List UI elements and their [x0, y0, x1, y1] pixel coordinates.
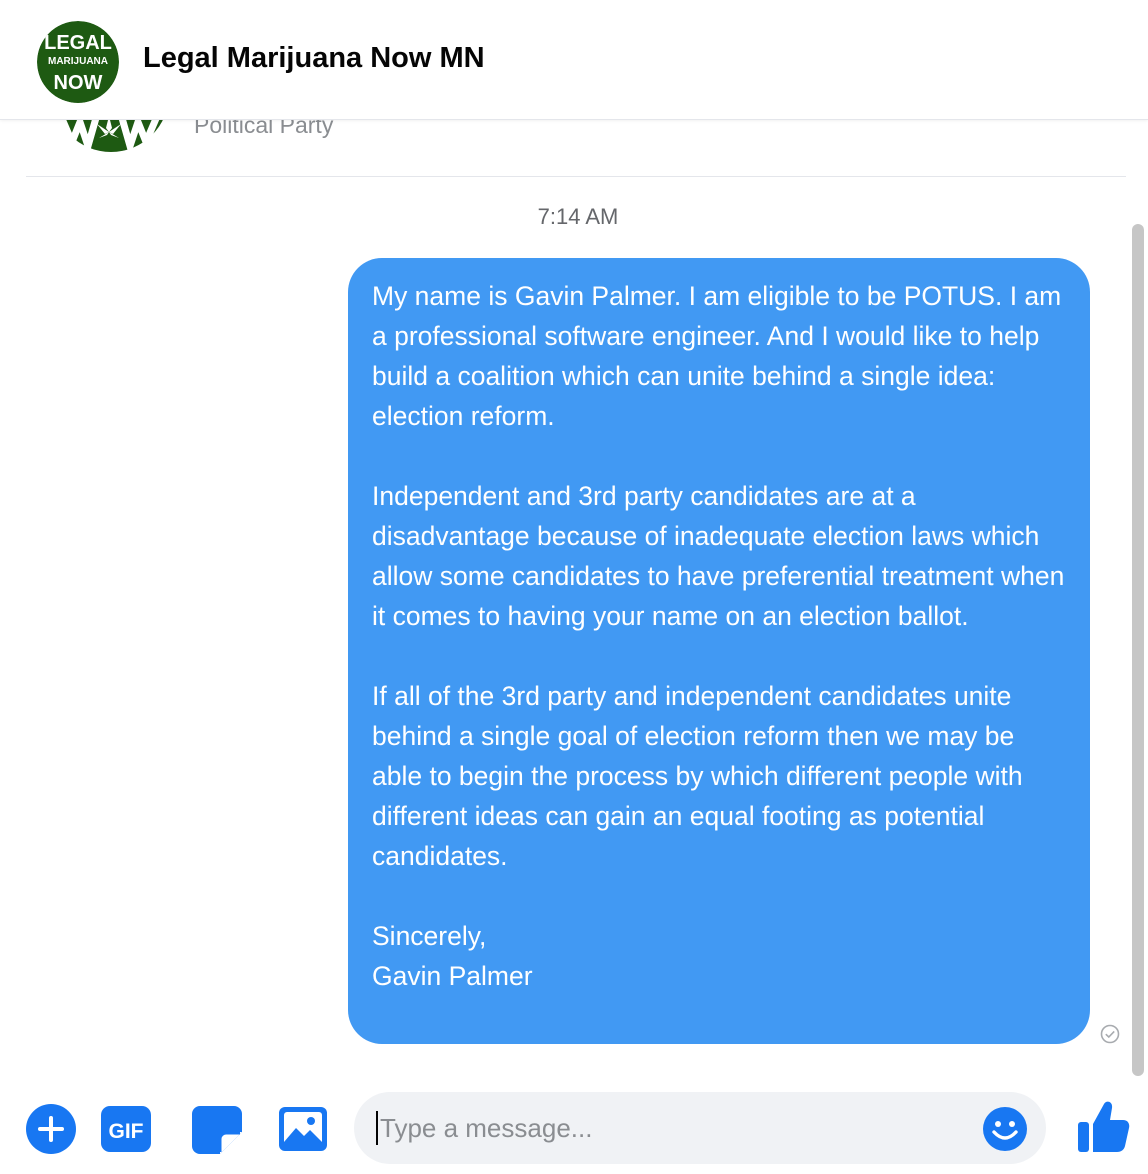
- message-paragraph: My name is Gavin Palmer. I am eligible t…: [372, 281, 1062, 431]
- gif-label: GIF: [109, 1120, 144, 1143]
- divider: [26, 176, 1126, 177]
- plus-circle-icon[interactable]: [24, 1102, 78, 1156]
- message-paragraph: Independent and 3rd party candidates are…: [372, 481, 1065, 631]
- logo-text-middle: MARIJUANA: [48, 56, 108, 67]
- scrollbar-thumb[interactable]: [1132, 224, 1144, 1076]
- message-signature: Sincerely, Gavin Palmer: [372, 921, 533, 991]
- sent-message-bubble[interactable]: My name is Gavin Palmer. I am eligible t…: [348, 258, 1090, 1044]
- avatar[interactable]: LEGAL MARIJUANA NOW: [37, 21, 119, 103]
- gif-icon: GIF: [101, 1106, 151, 1152]
- emoji-icon[interactable]: [982, 1106, 1028, 1152]
- thumbs-up-icon[interactable]: [1076, 1098, 1130, 1154]
- logo-text-top: LEGAL: [44, 32, 112, 54]
- seen-check-icon: [1100, 1024, 1120, 1044]
- message-input[interactable]: [376, 1111, 966, 1145]
- sticker-icon[interactable]: [190, 1102, 244, 1156]
- conversation-header: LEGAL MARIJUANA NOW Legal Marijuana Now …: [0, 0, 1148, 120]
- message-timestamp: 7:14 AM: [537, 204, 619, 229]
- gif-button[interactable]: GIF: [100, 1102, 152, 1156]
- message-composer: [354, 1092, 1046, 1164]
- conversation-title[interactable]: Legal Marijuana Now MN: [143, 42, 485, 75]
- photo-icon[interactable]: [276, 1102, 330, 1156]
- message-paragraph: If all of the 3rd party and independent …: [372, 681, 1023, 871]
- logo-image: LEGAL MARIJUANA NOW: [37, 21, 119, 103]
- logo-text-bottom: NOW: [54, 72, 103, 94]
- messenger-window: LEGAL MARIJUANA NOW Legal Marijuana Now …: [0, 0, 1148, 1174]
